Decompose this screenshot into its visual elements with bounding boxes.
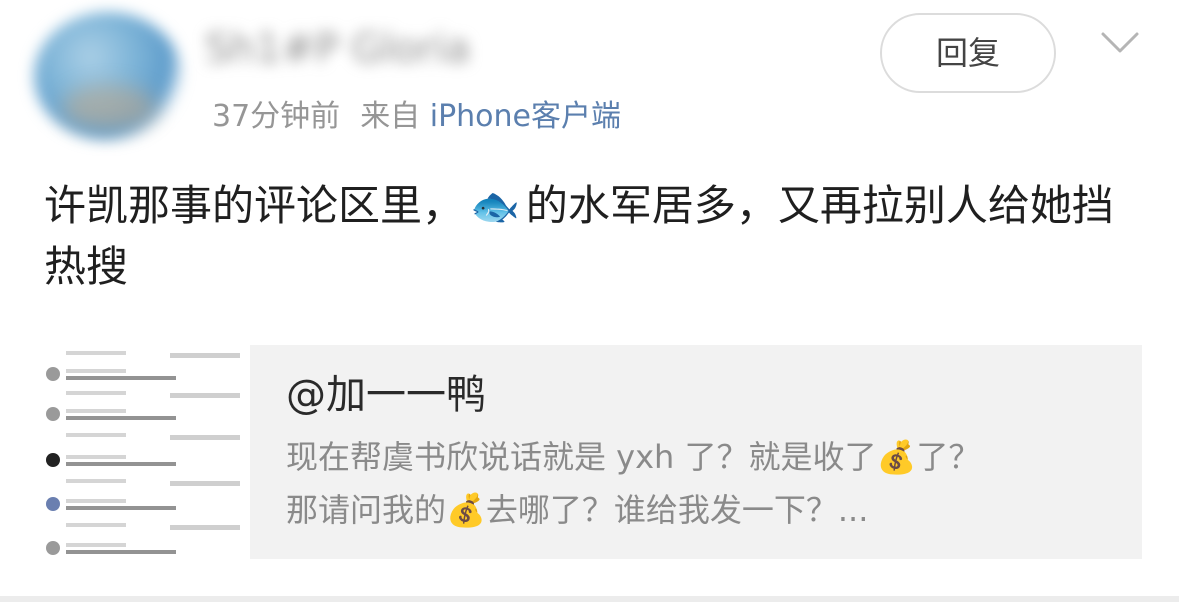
chevron-down-icon[interactable] xyxy=(1100,30,1140,56)
money-bag-icon: 💰 xyxy=(876,438,917,476)
post-meta: 37分钟前 来自 iPhone客户端 xyxy=(212,97,621,137)
quoted-text: 现在帮虞书欣说话就是 yxh 了？就是收了💰了？ 那请问我的💰去哪了？谁给我发一… xyxy=(286,431,1126,537)
post-body: 许凯那事的评论区里， 🐟 的水军居多，又再拉别人给她挡热搜 xyxy=(44,176,1144,297)
quoted-post-body: @加一一鸭 现在帮虞书欣说话就是 yxh 了？就是收了💰了？ 那请问我的💰去哪了… xyxy=(286,367,1126,537)
quoted-text-part1: 现在帮虞书欣说话就是 yxh 了？就是收了 xyxy=(286,438,877,476)
quoted-text-part4: 去哪了？谁给我发一下？... xyxy=(485,491,869,529)
quoted-post-thumbnail[interactable] xyxy=(38,345,250,559)
post-time: 37分钟前 xyxy=(212,99,341,134)
username[interactable]: Sh1#P Gloria xyxy=(205,24,475,74)
reply-button[interactable]: 回复 xyxy=(880,13,1056,93)
source-link[interactable]: iPhone客户端 xyxy=(430,99,621,134)
quoted-username[interactable]: @加一一鸭 xyxy=(286,367,1126,423)
quoted-post-card[interactable]: @加一一鸭 现在帮虞书欣说话就是 yxh 了？就是收了💰了？ 那请问我的💰去哪了… xyxy=(38,345,1142,559)
quoted-text-part2: 了？ xyxy=(916,438,981,476)
post-text-part1: 许凯那事的评论区里， xyxy=(44,181,465,230)
fish-emoji-icon: 🐟 xyxy=(470,184,520,230)
avatar-shade xyxy=(62,85,157,130)
source-prefix: 来自 xyxy=(360,99,421,134)
money-bag-icon: 💰 xyxy=(446,491,486,529)
quoted-text-part3: 那请问我的 xyxy=(286,491,447,529)
bottom-divider xyxy=(0,596,1179,602)
